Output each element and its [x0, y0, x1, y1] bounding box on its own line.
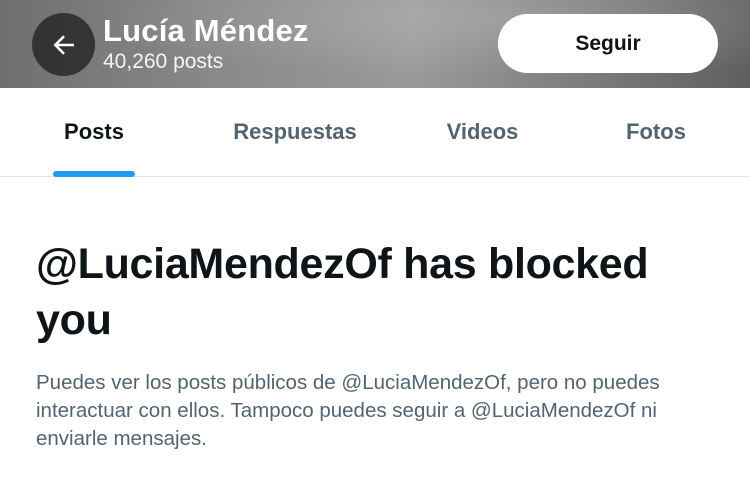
- follow-button[interactable]: Seguir: [498, 14, 718, 73]
- profile-tabs: Posts Respuestas Videos Fotos: [0, 88, 750, 177]
- tab-posts[interactable]: Posts: [40, 88, 148, 176]
- profile-header: Lucía Méndez 40,260 posts Seguir: [0, 0, 750, 88]
- tab-fotos[interactable]: Fotos: [605, 88, 707, 176]
- back-button[interactable]: [32, 13, 95, 76]
- post-count: 40,260 posts: [103, 50, 224, 73]
- blocked-description: Puedes ver los posts públicos de @LuciaM…: [36, 371, 660, 450]
- arrow-left-icon: [52, 34, 74, 55]
- header-title-block: Lucía Méndez 40,260 posts: [103, 13, 309, 75]
- active-tab-indicator: [53, 171, 135, 177]
- tab-respuestas[interactable]: Respuestas: [210, 88, 380, 176]
- tab-videos[interactable]: Videos: [425, 88, 540, 176]
- profile-name: Lucía Méndez: [103, 13, 309, 48]
- blocked-heading: @LuciaMendezOf has blocked you: [36, 240, 649, 344]
